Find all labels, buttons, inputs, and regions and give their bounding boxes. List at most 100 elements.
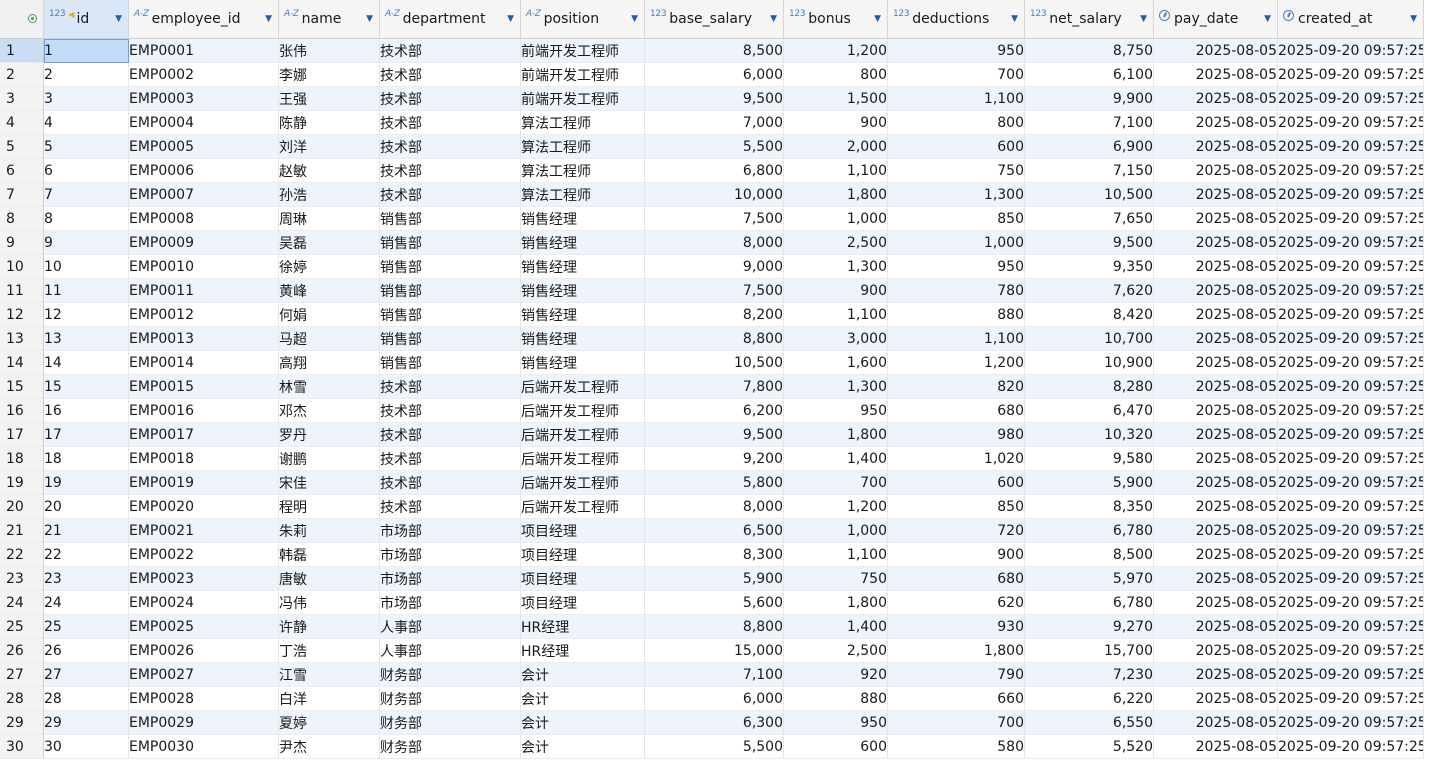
cell-department[interactable]: 销售部 xyxy=(380,231,521,255)
cell-created-at[interactable]: 2025-09-20 09:57:25 xyxy=(1278,351,1424,375)
cell-deductions[interactable]: 880 xyxy=(888,303,1025,327)
column-header-created-at[interactable]: created_at ▼ xyxy=(1278,0,1424,39)
cell-base-salary[interactable]: 7,500 xyxy=(645,207,784,231)
cell-id[interactable]: 10 xyxy=(44,255,129,279)
result-grid[interactable]: 123 ◀ id ▼ A-Z employee_id ▼ A-Z name ▼ … xyxy=(0,0,1445,766)
cell-created-at[interactable]: 2025-09-20 09:57:25 xyxy=(1278,255,1424,279)
cell-base-salary[interactable]: 5,800 xyxy=(645,471,784,495)
cell-created-at[interactable]: 2025-09-20 09:57:25 xyxy=(1278,111,1424,135)
cell-name[interactable]: 吴磊 xyxy=(279,231,380,255)
cell-deductions[interactable]: 820 xyxy=(888,375,1025,399)
cell-deductions[interactable]: 1,000 xyxy=(888,231,1025,255)
cell-bonus[interactable]: 900 xyxy=(784,279,888,303)
cell-name[interactable]: 江雪 xyxy=(279,663,380,687)
cell-created-at[interactable]: 2025-09-20 09:57:25 xyxy=(1278,519,1424,543)
table-row[interactable]: 27 27 EMP0027 江雪 财务部 会计 7,100 920 790 7,230 2025-0… xyxy=(0,663,1424,687)
cell-created-at[interactable]: 2025-09-20 09:57:25 xyxy=(1278,303,1424,327)
cell-deductions[interactable]: 1,300 xyxy=(888,183,1025,207)
cell-bonus[interactable]: 1,300 xyxy=(784,375,888,399)
cell-net-salary[interactable]: 5,520 xyxy=(1025,735,1154,759)
cell-department[interactable]: 技术部 xyxy=(380,423,521,447)
cell-department[interactable]: 财务部 xyxy=(380,711,521,735)
cell-net-salary[interactable]: 7,100 xyxy=(1025,111,1154,135)
cell-net-salary[interactable]: 8,280 xyxy=(1025,375,1154,399)
row-number[interactable]: 18 xyxy=(0,447,44,471)
cell-employee-id[interactable]: EMP0007 xyxy=(129,183,279,207)
row-number[interactable]: 24 xyxy=(0,591,44,615)
cell-deductions[interactable]: 900 xyxy=(888,543,1025,567)
cell-id[interactable]: 4 xyxy=(44,111,129,135)
cell-name[interactable]: 丁浩 xyxy=(279,639,380,663)
cell-bonus[interactable]: 3,000 xyxy=(784,327,888,351)
cell-position[interactable]: 销售经理 xyxy=(521,231,645,255)
column-header-position[interactable]: A-Z position ▼ xyxy=(521,0,645,39)
cell-name[interactable]: 张伟 xyxy=(279,39,380,63)
cell-created-at[interactable]: 2025-09-20 09:57:25 xyxy=(1278,639,1424,663)
cell-position[interactable]: 项目经理 xyxy=(521,567,645,591)
cell-id[interactable]: 21 xyxy=(44,519,129,543)
cell-deductions[interactable]: 980 xyxy=(888,423,1025,447)
chevron-down-icon[interactable]: ▼ xyxy=(770,14,777,24)
row-number[interactable]: 15 xyxy=(0,375,44,399)
row-number[interactable]: 30 xyxy=(0,735,44,759)
cell-net-salary[interactable]: 6,100 xyxy=(1025,63,1154,87)
cell-position[interactable]: 销售经理 xyxy=(521,255,645,279)
cell-base-salary[interactable]: 7,100 xyxy=(645,663,784,687)
cell-pay-date[interactable]: 2025-08-05 xyxy=(1154,615,1278,639)
cell-deductions[interactable]: 930 xyxy=(888,615,1025,639)
cell-created-at[interactable]: 2025-09-20 09:57:25 xyxy=(1278,711,1424,735)
cell-name[interactable]: 高翔 xyxy=(279,351,380,375)
cell-created-at[interactable]: 2025-09-20 09:57:25 xyxy=(1278,447,1424,471)
cell-employee-id[interactable]: EMP0020 xyxy=(129,495,279,519)
cell-pay-date[interactable]: 2025-08-05 xyxy=(1154,399,1278,423)
cell-bonus[interactable]: 1,500 xyxy=(784,87,888,111)
cell-department[interactable]: 技术部 xyxy=(380,111,521,135)
cell-pay-date[interactable]: 2025-08-05 xyxy=(1154,255,1278,279)
cell-created-at[interactable]: 2025-09-20 09:57:25 xyxy=(1278,663,1424,687)
row-number[interactable]: 12 xyxy=(0,303,44,327)
cell-net-salary[interactable]: 9,500 xyxy=(1025,231,1154,255)
cell-position[interactable]: 会计 xyxy=(521,663,645,687)
cell-created-at[interactable]: 2025-09-20 09:57:25 xyxy=(1278,231,1424,255)
cell-created-at[interactable]: 2025-09-20 09:57:25 xyxy=(1278,63,1424,87)
cell-net-salary[interactable]: 10,900 xyxy=(1025,351,1154,375)
row-number[interactable]: 26 xyxy=(0,639,44,663)
cell-name[interactable]: 邓杰 xyxy=(279,399,380,423)
cell-name[interactable]: 周琳 xyxy=(279,207,380,231)
cell-department[interactable]: 技术部 xyxy=(380,87,521,111)
row-number[interactable]: 11 xyxy=(0,279,44,303)
cell-net-salary[interactable]: 6,550 xyxy=(1025,711,1154,735)
cell-name[interactable]: 李娜 xyxy=(279,63,380,87)
select-all-cell[interactable] xyxy=(0,0,44,39)
table-row[interactable]: 5 5 EMP0005 刘洋 技术部 算法工程师 5,500 2,000 600 6,900 202… xyxy=(0,135,1424,159)
cell-created-at[interactable]: 2025-09-20 09:57:25 xyxy=(1278,87,1424,111)
cell-net-salary[interactable]: 5,900 xyxy=(1025,471,1154,495)
row-number[interactable]: 21 xyxy=(0,519,44,543)
table-row[interactable]: 4 4 EMP0004 陈静 技术部 算法工程师 7,000 900 800 7,100 2025-… xyxy=(0,111,1424,135)
cell-employee-id[interactable]: EMP0029 xyxy=(129,711,279,735)
cell-pay-date[interactable]: 2025-08-05 xyxy=(1154,135,1278,159)
cell-net-salary[interactable]: 9,900 xyxy=(1025,87,1154,111)
cell-base-salary[interactable]: 8,800 xyxy=(645,615,784,639)
cell-employee-id[interactable]: EMP0013 xyxy=(129,327,279,351)
cell-pay-date[interactable]: 2025-08-05 xyxy=(1154,207,1278,231)
column-header-name[interactable]: A-Z name ▼ xyxy=(279,0,380,39)
cell-pay-date[interactable]: 2025-08-05 xyxy=(1154,87,1278,111)
table-row[interactable]: 15 15 EMP0015 林雪 技术部 后端开发工程师 7,800 1,300 820 8,28… xyxy=(0,375,1424,399)
cell-deductions[interactable]: 620 xyxy=(888,591,1025,615)
cell-position[interactable]: 项目经理 xyxy=(521,519,645,543)
cell-employee-id[interactable]: EMP0017 xyxy=(129,423,279,447)
cell-pay-date[interactable]: 2025-08-05 xyxy=(1154,495,1278,519)
cell-position[interactable]: 后端开发工程师 xyxy=(521,375,645,399)
cell-position[interactable]: 销售经理 xyxy=(521,279,645,303)
cell-department[interactable]: 销售部 xyxy=(380,351,521,375)
cell-pay-date[interactable]: 2025-08-05 xyxy=(1154,303,1278,327)
cell-net-salary[interactable]: 10,320 xyxy=(1025,423,1154,447)
cell-bonus[interactable]: 1,400 xyxy=(784,615,888,639)
cell-deductions[interactable]: 800 xyxy=(888,111,1025,135)
row-number[interactable]: 20 xyxy=(0,495,44,519)
cell-employee-id[interactable]: EMP0005 xyxy=(129,135,279,159)
column-header-net-salary[interactable]: 123 net_salary ▼ xyxy=(1025,0,1154,39)
cell-department[interactable]: 技术部 xyxy=(380,495,521,519)
cell-id[interactable]: 9 xyxy=(44,231,129,255)
